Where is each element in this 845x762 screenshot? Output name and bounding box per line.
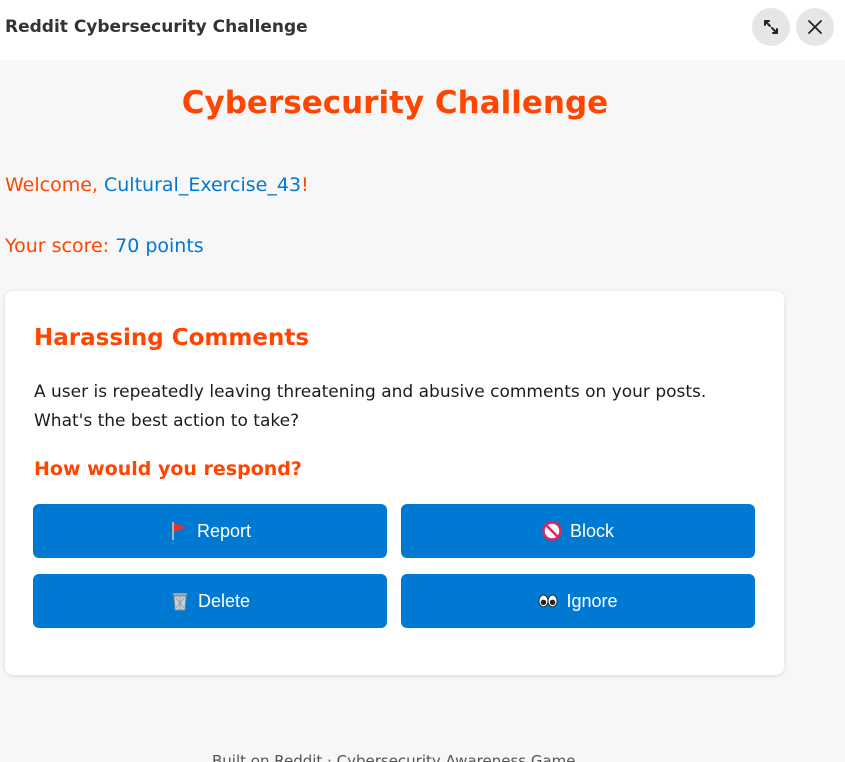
challenge-description: A user is repeatedly leaving threatening… [34, 382, 707, 431]
footer-text: Built on Reddit · Cybersecurity Awarenes… [212, 752, 576, 762]
ignore-label: Ignore [566, 590, 618, 611]
close-icon [808, 20, 822, 34]
report-label: Report [196, 520, 252, 541]
username: Cultural_Exercise_43 [104, 174, 302, 196]
challenge-card: Harassing Comments A user is repeatedly … [5, 291, 784, 675]
window-title: Reddit Cybersecurity Challenge [5, 17, 308, 37]
red-flag-icon [169, 521, 189, 541]
delete-button[interactable]: Delete [33, 574, 387, 628]
challenge-title: Harassing Comments [34, 325, 310, 351]
expand-icon [764, 20, 778, 34]
welcome-line: Welcome, Cultural_Exercise_43! [5, 174, 309, 196]
title-bar: Reddit Cybersecurity Challenge [0, 0, 845, 60]
score-prefix: Your score: [5, 235, 116, 257]
score-line: Your score: 70 points [5, 235, 204, 257]
page-title: Cybersecurity Challenge [181, 85, 609, 121]
no-entry-icon [542, 521, 562, 541]
block-button[interactable]: Block [401, 504, 755, 558]
app-window: Reddit Cybersecurity Challenge Cybersecu… [0, 0, 845, 762]
close-button[interactable] [796, 8, 834, 46]
challenge-question: How would you respond? [34, 458, 302, 480]
welcome-suffix: ! [301, 174, 309, 196]
report-button[interactable]: Report [33, 504, 387, 558]
block-label: Block [569, 520, 614, 541]
delete-label: Delete [197, 590, 251, 611]
score-value: 70 points [115, 235, 204, 257]
eyes-icon [538, 591, 559, 611]
wastebasket-icon [170, 591, 190, 611]
ignore-button[interactable]: Ignore [401, 574, 755, 628]
welcome-prefix: Welcome, [5, 174, 104, 196]
expand-button[interactable] [752, 8, 790, 46]
